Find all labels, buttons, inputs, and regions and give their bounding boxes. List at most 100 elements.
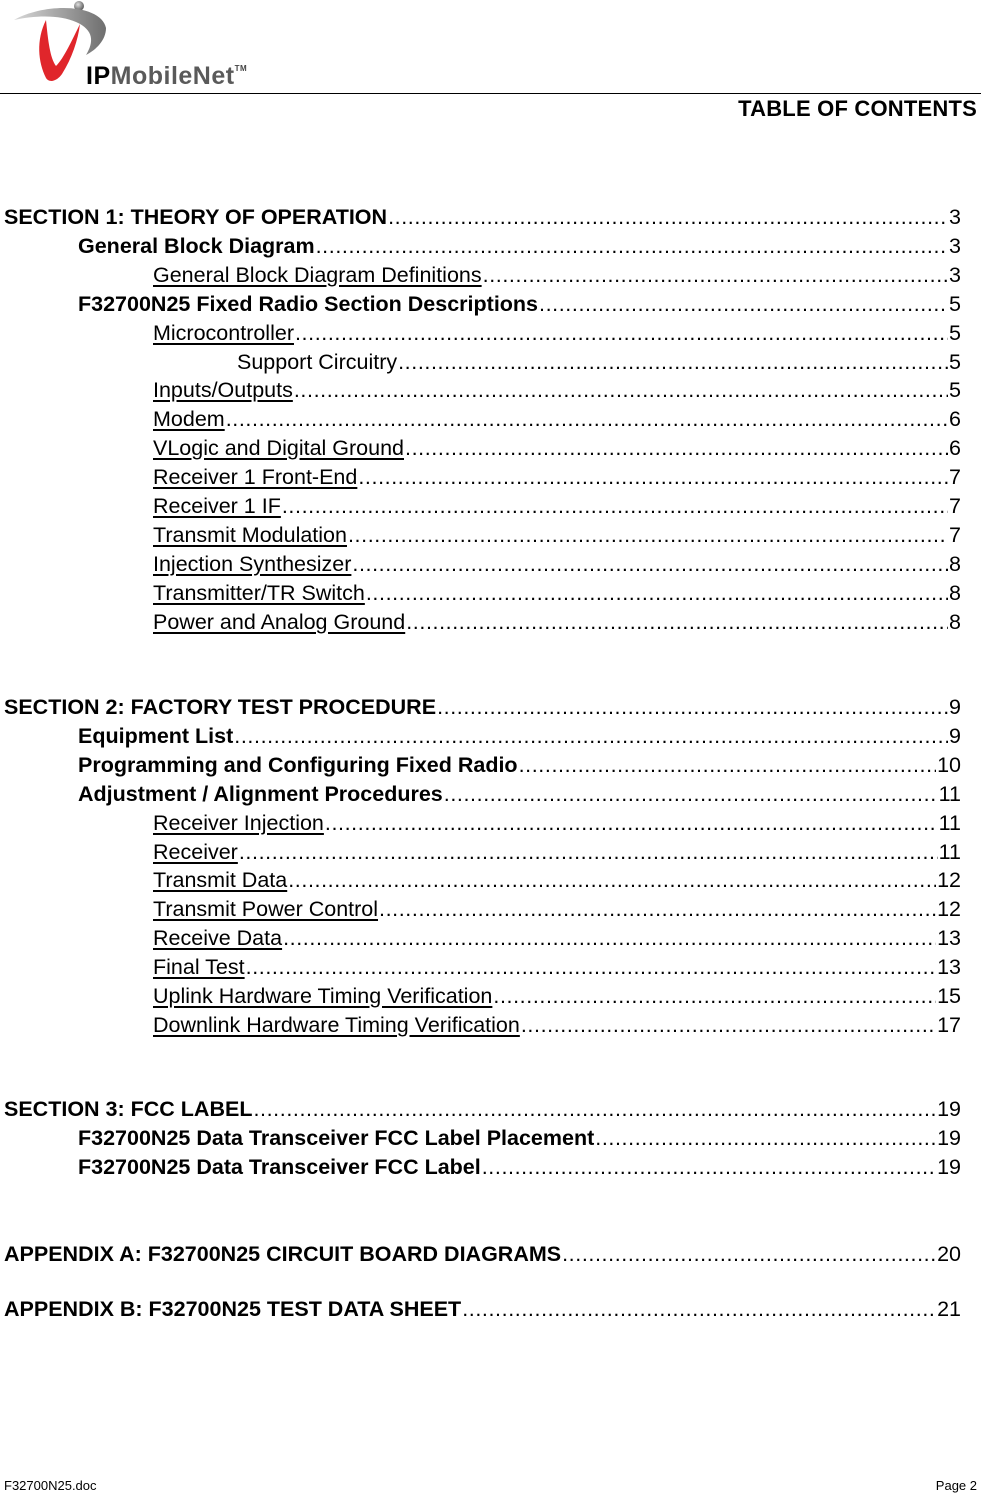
toc-entry-label[interactable]: Transmitter/TR Switch	[153, 579, 365, 607]
toc-entry[interactable]: Injection Synthesizer 8	[153, 550, 961, 578]
toc-entry[interactable]: Transmitter/TR Switch 8	[153, 579, 961, 607]
toc-leader-dots	[482, 1153, 936, 1181]
toc-entry-label[interactable]: Uplink Hardware Timing Verification	[153, 982, 492, 1010]
toc-entry[interactable]: Equipment List 9	[78, 722, 961, 750]
toc-entry-label[interactable]: Modem	[153, 405, 225, 433]
toc-entry-label[interactable]: Microcontroller	[153, 319, 294, 347]
toc-page-number[interactable]: 19	[937, 1124, 961, 1152]
toc-entry[interactable]: General Block Diagram Definitions 3	[153, 261, 961, 289]
toc-entry-label[interactable]: SECTION 2: FACTORY TEST PROCEDURE	[4, 693, 436, 721]
toc-entry[interactable]: General Block Diagram 3	[78, 232, 961, 260]
toc-page-number[interactable]: 19	[937, 1153, 961, 1181]
toc-entry[interactable]: Uplink Hardware Timing Verification 15	[153, 982, 961, 1010]
toc-entry-label[interactable]: General Block Diagram Definitions	[153, 261, 482, 289]
toc-entry-label[interactable]: General Block Diagram	[78, 232, 315, 260]
toc-entry-label[interactable]: Receiver 1 Front-End	[153, 463, 357, 491]
toc-page-number[interactable]: 5	[949, 290, 961, 318]
toc-entry[interactable]: Transmit Power Control 12	[153, 895, 961, 923]
toc-entry-label[interactable]: APPENDIX A: F32700N25 CIRCUIT BOARD DIAG…	[4, 1240, 561, 1268]
toc-entry-label[interactable]: SECTION 1: THEORY OF OPERATION	[4, 203, 387, 231]
toc-entry[interactable]: F32700N25 Data Transceiver FCC Label 19	[78, 1153, 961, 1181]
toc-page-number[interactable]: 11	[939, 809, 961, 837]
toc-page-number[interactable]: 11	[939, 780, 961, 808]
toc-entry-label[interactable]: Inputs/Outputs	[153, 376, 293, 404]
toc-entry[interactable]: Adjustment / Alignment Procedures 11	[78, 780, 961, 808]
toc-page-number[interactable]: 21	[937, 1295, 961, 1323]
toc-entry[interactable]: Receiver 1 IF 7	[153, 492, 961, 520]
toc-entry-label[interactable]: Transmit Modulation	[153, 521, 347, 549]
toc-page-number[interactable]: 3	[949, 232, 961, 260]
toc-page-number[interactable]: 8	[949, 608, 961, 636]
toc-entry-label[interactable]: Transmit Power Control	[153, 895, 378, 923]
toc-entry[interactable]: F32700N25 Fixed Radio Section Descriptio…	[78, 290, 961, 318]
toc-entry-label[interactable]: Equipment List	[78, 722, 233, 750]
toc-entry-label[interactable]: APPENDIX B: F32700N25 TEST DATA SHEET	[4, 1295, 461, 1323]
toc-entry[interactable]: Transmit Data 12	[153, 866, 961, 894]
toc-page-number[interactable]: 15	[937, 982, 961, 1010]
toc-entry[interactable]: Support Circuitry 5	[237, 348, 961, 376]
toc-entry[interactable]: F32700N25 Data Transceiver FCC Label Pla…	[78, 1124, 961, 1152]
toc-page-number[interactable]: 19	[937, 1095, 961, 1123]
toc-entry-label[interactable]: F32700N25 Data Transceiver FCC Label	[78, 1153, 481, 1181]
toc-entry-label[interactable]: Adjustment / Alignment Procedures	[78, 780, 443, 808]
toc-page-number[interactable]: 11	[939, 838, 961, 866]
toc-page-number[interactable]: 12	[937, 866, 961, 894]
toc-page-number[interactable]: 12	[937, 895, 961, 923]
toc-entry[interactable]: Downlink Hardware Timing Verification 17	[153, 1011, 961, 1039]
toc-entry-label[interactable]: Receiver 1 IF	[153, 492, 281, 520]
toc-page-number[interactable]: 9	[949, 693, 961, 721]
toc-page-number[interactable]: 13	[937, 924, 961, 952]
toc-page-number[interactable]: 8	[949, 579, 961, 607]
toc-entry-label[interactable]: Downlink Hardware Timing Verification	[153, 1011, 520, 1039]
toc-entry-label[interactable]: Receiver	[153, 838, 238, 866]
toc-entry-label[interactable]: Injection Synthesizer	[153, 550, 351, 578]
toc-entry-label[interactable]: Receiver Injection	[153, 809, 324, 837]
toc-entry[interactable]: APPENDIX B: F32700N25 TEST DATA SHEET 21	[4, 1295, 961, 1323]
toc-leader-dots	[406, 608, 948, 636]
toc-entry-label[interactable]: VLogic and Digital Ground	[153, 434, 404, 462]
toc-entry[interactable]: SECTION 2: FACTORY TEST PROCEDURE 9	[4, 693, 961, 721]
toc-page-number[interactable]: 5	[949, 348, 961, 376]
toc-entry-label[interactable]: Support Circuitry	[237, 348, 397, 376]
toc-entry[interactable]: APPENDIX A: F32700N25 CIRCUIT BOARD DIAG…	[4, 1240, 961, 1268]
toc-entry-label[interactable]: Transmit Data	[153, 866, 287, 894]
toc-entry-label[interactable]: Power and Analog Ground	[153, 608, 405, 636]
toc-entry[interactable]: SECTION 1: THEORY OF OPERATION 3	[4, 203, 961, 231]
toc-page-number[interactable]: 9	[949, 722, 961, 750]
toc-entry[interactable]: Receive Data 13	[153, 924, 961, 952]
toc-entry[interactable]: Receiver 1 Front-End 7	[153, 463, 961, 491]
toc-page-number[interactable]: 7	[949, 463, 961, 491]
toc-entry[interactable]: Receiver Injection 11	[153, 809, 961, 837]
toc-entry[interactable]: Power and Analog Ground 8	[153, 608, 961, 636]
toc-entry-label[interactable]: Final Test	[153, 953, 245, 981]
toc-entry[interactable]: VLogic and Digital Ground 6	[153, 434, 961, 462]
toc-entry-label[interactable]: F32700N25 Data Transceiver FCC Label Pla…	[78, 1124, 594, 1152]
toc-entry[interactable]: Final Test 13	[153, 953, 961, 981]
toc-entry[interactable]: SECTION 3: FCC LABEL 19	[4, 1095, 961, 1123]
toc-page-number[interactable]: 10	[937, 751, 961, 779]
toc-entry-label[interactable]: SECTION 3: FCC LABEL	[4, 1095, 252, 1123]
toc-entry-label[interactable]: F32700N25 Fixed Radio Section Descriptio…	[78, 290, 538, 318]
toc-leader-dots	[246, 953, 936, 981]
toc-page-number[interactable]: 3	[949, 203, 961, 231]
toc-entry[interactable]: Programming and Configuring Fixed Radio 1…	[78, 751, 961, 779]
toc-entry-label[interactable]: Programming and Configuring Fixed Radio	[78, 751, 518, 779]
toc-page-number[interactable]: 5	[949, 376, 961, 404]
toc-page-number[interactable]: 7	[949, 492, 961, 520]
toc-page-number[interactable]: 5	[949, 319, 961, 347]
toc-page-number[interactable]: 6	[949, 434, 961, 462]
toc-entry[interactable]: Microcontroller 5	[153, 319, 961, 347]
toc-entry-label[interactable]: Receive Data	[153, 924, 282, 952]
toc-entry[interactable]: Transmit Modulation 7	[153, 521, 961, 549]
toc-page-number[interactable]: 20	[937, 1240, 961, 1268]
toc-page-number[interactable]: 8	[949, 550, 961, 578]
toc-page-number[interactable]: 13	[937, 953, 961, 981]
toc-page-number[interactable]: 17	[937, 1011, 961, 1039]
toc-entry[interactable]: Inputs/Outputs 5	[153, 376, 961, 404]
toc-leader-dots	[595, 1124, 936, 1152]
toc-entry[interactable]: Modem 6	[153, 405, 961, 433]
toc-page-number[interactable]: 3	[949, 261, 961, 289]
toc-page-number[interactable]: 7	[949, 521, 961, 549]
toc-page-number[interactable]: 6	[949, 405, 961, 433]
toc-entry[interactable]: Receiver 11	[153, 838, 961, 866]
